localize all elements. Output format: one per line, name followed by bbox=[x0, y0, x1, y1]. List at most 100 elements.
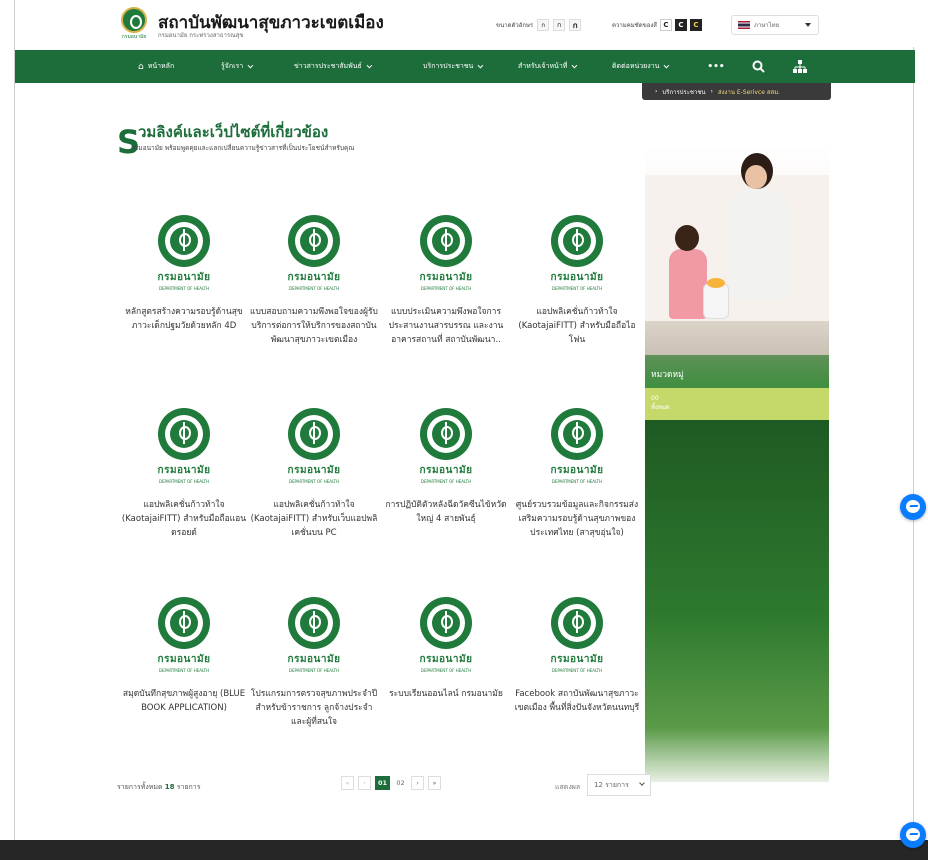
language-select[interactable]: ภาษาไทย bbox=[731, 15, 819, 35]
department-emblem: กรมอนามัย DEPARTMENT OF HEALTH bbox=[282, 215, 346, 293]
site-header: กรมอนามัย สถาบันพัฒนาสุขภาวะเขตเมือง กรม… bbox=[15, 0, 915, 47]
link-card-title[interactable]: แอปพลิเคชั่นก้าวท้าใจ (KaotajaiFITT) สำห… bbox=[249, 498, 379, 540]
department-emblem: กรมอนามัย DEPARTMENT OF HEALTH bbox=[414, 408, 478, 486]
link-card-title[interactable]: สมุดบันทึกสุขภาพผู้สูงอายุ (BLUE BOOK AP… bbox=[119, 687, 249, 715]
contrast-yellow-button[interactable]: C bbox=[689, 19, 702, 31]
link-card[interactable]: กรมอนามัย DEPARTMENT OF HEALTH ระบบเรียนออ… bbox=[381, 597, 511, 701]
pagination: « ‹ 01 02 › » bbox=[341, 776, 445, 790]
sidebar-panel bbox=[645, 420, 829, 782]
emblem-name-en: DEPARTMENT OF HEALTH bbox=[158, 479, 210, 484]
emblem-name-th: กรมอนามัย bbox=[550, 272, 604, 283]
home-icon: ⌂ bbox=[138, 61, 144, 72]
emblem-name-en: DEPARTMENT OF HEALTH bbox=[288, 286, 340, 291]
emblem-name-th: กรมอนามัย bbox=[550, 465, 604, 476]
link-card-title[interactable]: ระบบเรียนออนไลน์ กรมอนามัย bbox=[381, 687, 511, 701]
chevron-right-icon: › bbox=[655, 88, 658, 95]
nav-home[interactable]: ⌂ หน้าหลัก bbox=[138, 50, 174, 83]
messenger-chat-icon-secondary[interactable] bbox=[900, 822, 926, 848]
site-subtitle: กรมอนามัย กระทรวงสาธารณสุข bbox=[158, 32, 244, 39]
emblem-name-en: DEPARTMENT OF HEALTH bbox=[551, 479, 603, 484]
page-title-initial: S bbox=[117, 123, 141, 161]
page-size-select[interactable]: 12 รายการ bbox=[587, 774, 651, 796]
nav-news[interactable]: ข่าวสารประชาสัมพันธ์ bbox=[294, 50, 373, 83]
emblem-name-en: DEPARTMENT OF HEALTH bbox=[288, 668, 340, 673]
link-card[interactable]: กรมอนามัย DEPARTMENT OF HEALTH แอปพลิเคชั่… bbox=[249, 408, 379, 540]
link-card-title[interactable]: ศูนย์รวบรวมข้อมูลและกิจกรรมส่งเสริมความร… bbox=[512, 498, 642, 540]
link-card[interactable]: กรมอนามัย DEPARTMENT OF HEALTH สมุดบันทึกส… bbox=[119, 597, 249, 715]
department-emblem: กรมอนามัย DEPARTMENT OF HEALTH bbox=[414, 597, 478, 675]
page-size-value: 12 รายการ bbox=[594, 780, 629, 789]
more-menu-button[interactable]: ••• bbox=[697, 50, 735, 83]
chevron-down-icon bbox=[639, 780, 645, 786]
emblem-icon bbox=[288, 597, 340, 649]
font-size-medium-button[interactable]: ก bbox=[553, 19, 566, 31]
department-emblem: กรมอนามัย DEPARTMENT OF HEALTH bbox=[545, 408, 609, 486]
link-card-title[interactable]: แบบสอบถามความพึงพอใจของผู้รับบริการต่อกา… bbox=[249, 305, 379, 347]
nav-public-services[interactable]: บริการประชาชน bbox=[423, 50, 484, 83]
messenger-chat-icon[interactable] bbox=[900, 494, 926, 520]
contrast-normal-button[interactable]: C bbox=[659, 19, 672, 31]
link-card[interactable]: กรมอนามัย DEPARTMENT OF HEALTH แอปพลิเคชั่… bbox=[512, 215, 642, 347]
logo-caption: กรมอนามัย bbox=[121, 34, 147, 40]
page-1-button[interactable]: 01 bbox=[375, 776, 391, 790]
link-card[interactable]: กรมอนามัย DEPARTMENT OF HEALTH การปฏิบัติต… bbox=[381, 408, 511, 526]
link-card[interactable]: กรมอนามัย DEPARTMENT OF HEALTH แอปพลิเคชั่… bbox=[119, 408, 249, 540]
first-page-button[interactable]: « bbox=[341, 776, 354, 790]
juicer-illustration bbox=[703, 278, 729, 319]
emblem-icon bbox=[158, 597, 210, 649]
emblem-icon bbox=[288, 408, 340, 460]
link-card-title[interactable]: Facebook สถาบันพัฒนาสุขภาวะเขตเมือง พื้น… bbox=[512, 687, 642, 715]
department-emblem: กรมอนามัย DEPARTMENT OF HEALTH bbox=[152, 408, 216, 486]
next-page-button[interactable]: › bbox=[411, 776, 425, 790]
nav-contact[interactable]: ติดต่อหน่วยงาน bbox=[612, 50, 670, 83]
search-button[interactable] bbox=[739, 50, 777, 83]
page-title: วมลิงค์และเว็ปไซต์ที่เกี่ยวข้อง bbox=[138, 123, 329, 141]
category-all[interactable]: 00 ทั้งหมด bbox=[645, 388, 829, 420]
link-card[interactable]: กรมอนามัย DEPARTMENT OF HEALTH Facebook สถ… bbox=[512, 597, 642, 715]
emblem-name-th: กรมอนามัย bbox=[419, 654, 473, 665]
emblem-icon bbox=[158, 408, 210, 460]
link-card-title[interactable]: โปรแกรมการตรวจสุขภาพประจำปี สำหรับข้าราช… bbox=[249, 687, 379, 729]
last-page-button[interactable]: » bbox=[428, 776, 442, 790]
font-size-small-button[interactable]: ก bbox=[537, 19, 550, 31]
contrast-dark-button[interactable]: C bbox=[674, 19, 687, 31]
link-card-title[interactable]: การปฏิบัติตัวหลังฉีดวัคซีนไข้หวัดใหญ่ 4 … bbox=[381, 498, 511, 526]
link-card[interactable]: กรมอนามัย DEPARTMENT OF HEALTH โปรแกรมการต… bbox=[249, 597, 379, 729]
emblem-icon bbox=[121, 7, 147, 33]
link-card[interactable]: กรมอนามัย DEPARTMENT OF HEALTH แบบประเมินค… bbox=[381, 215, 511, 347]
sitemap-button[interactable] bbox=[781, 50, 819, 83]
prev-page-button[interactable]: ‹ bbox=[358, 776, 371, 790]
nav-staff[interactable]: สำหรับเจ้าหน้าที่ bbox=[518, 50, 578, 83]
footer-bar bbox=[0, 840, 928, 860]
emblem-icon bbox=[551, 597, 603, 649]
department-logo[interactable]: กรมอนามัย bbox=[119, 7, 149, 40]
link-card-title[interactable]: แอปพลิเคชั่นก้าวท้าใจ (KaotajaiFITT) สำห… bbox=[119, 498, 249, 540]
link-card[interactable]: กรมอนามัย DEPARTMENT OF HEALTH แบบสอบถามคว… bbox=[249, 215, 379, 347]
emblem-name-th: กรมอนามัย bbox=[287, 654, 341, 665]
nav-about[interactable]: รู้จักเรา bbox=[221, 50, 254, 83]
font-size-control: ขนาดตัวอักษร ก ก ก bbox=[496, 17, 582, 33]
department-emblem: กรมอนามัย DEPARTMENT OF HEALTH bbox=[282, 408, 346, 486]
emblem-icon bbox=[420, 597, 472, 649]
emblem-name-en: DEPARTMENT OF HEALTH bbox=[420, 286, 472, 291]
chevron-down-icon bbox=[366, 62, 373, 68]
emblem-icon bbox=[420, 215, 472, 267]
link-card[interactable]: กรมอนามัย DEPARTMENT OF HEALTH หลักสูตรสร้… bbox=[119, 215, 249, 333]
page-size-label: แสดงผล bbox=[555, 783, 581, 791]
font-size-large-button[interactable]: ก bbox=[569, 19, 582, 31]
chevron-down-icon bbox=[571, 62, 578, 68]
link-card-title[interactable]: แอปพลิเคชั่นก้าวท้าใจ (KaotajaiFITT) สำห… bbox=[512, 305, 642, 347]
chevron-down-icon bbox=[805, 23, 811, 27]
more-icon: ••• bbox=[707, 61, 725, 72]
page-2-button[interactable]: 02 bbox=[394, 776, 408, 790]
link-card-title[interactable]: หลักสูตรสร้างความรอบรู้ด้านสุขภาวะเด็กปฐ… bbox=[119, 305, 249, 333]
language-value: ภาษาไทย bbox=[754, 22, 780, 29]
main-nav: ⌂ หน้าหลัก รู้จักเรา ข่าวสารประชาสัมพันธ… bbox=[15, 50, 915, 83]
sitemap-icon bbox=[793, 60, 807, 73]
breadcrumb-item-public-services[interactable]: บริการประชาชน bbox=[662, 87, 705, 97]
link-card-title[interactable]: แบบประเมินความพึงพอใจการประสานงานสารบรรณ… bbox=[381, 305, 511, 347]
breadcrumb-item-current: ส่งงาน E-Serivce สสม. bbox=[717, 88, 781, 96]
link-card[interactable]: กรมอนามัย DEPARTMENT OF HEALTH ศูนย์รวบรวม… bbox=[512, 408, 642, 540]
chevron-right-icon: › bbox=[710, 88, 713, 95]
emblem-name-th: กรมอนามัย bbox=[157, 272, 211, 283]
